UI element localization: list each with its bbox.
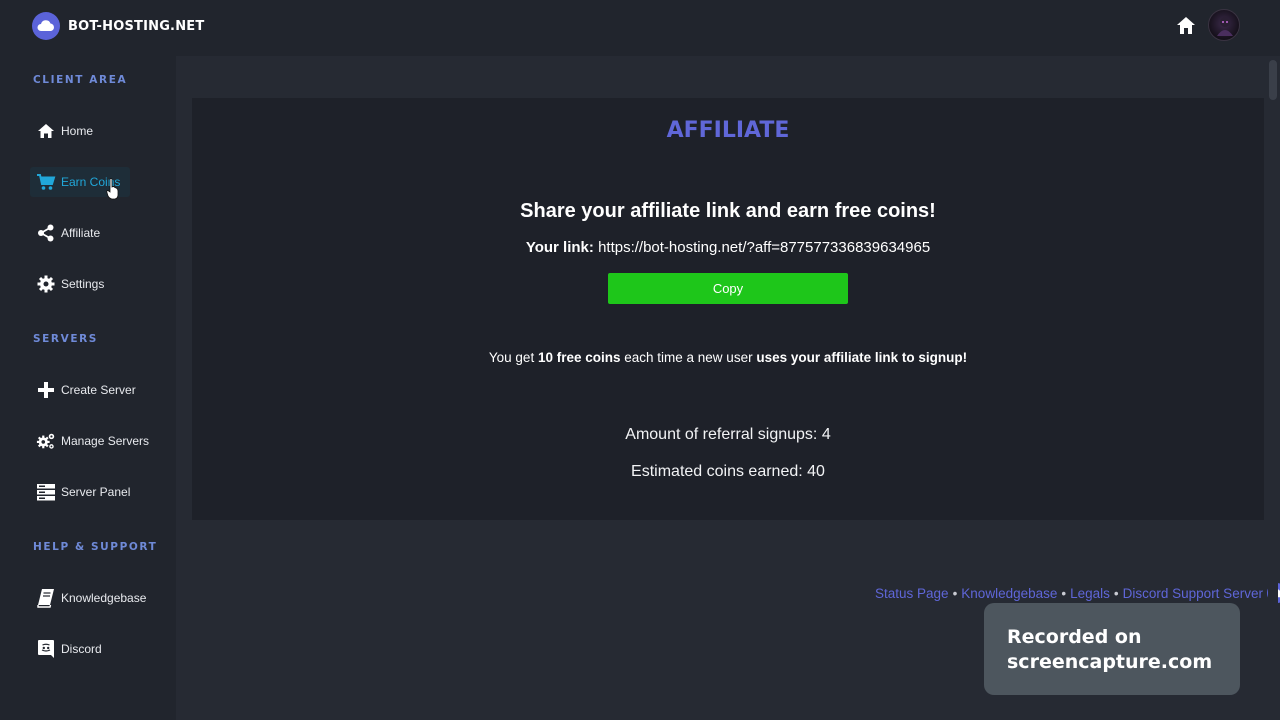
sidebar-item-discord[interactable]: Discord: [30, 634, 112, 664]
sidebar-item-label: Knowledgebase: [61, 591, 147, 605]
sidebar-item-label: Manage Servers: [61, 434, 150, 448]
affiliate-headline: Share your affiliate link and earn free …: [520, 200, 936, 222]
sidebar-item-affiliate[interactable]: Affiliate: [30, 218, 110, 248]
brand[interactable]: BOT-HOSTING.NET: [32, 12, 204, 40]
referral-signups: Amount of referral signups: 4: [625, 426, 831, 443]
footer-separator: •: [1113, 585, 1119, 601]
affiliate-info: You get 10 free coins each time a new us…: [192, 350, 1264, 365]
watermark-line-2: screencapture.com: [1007, 651, 1213, 673]
footer-link-legals[interactable]: Legals: [1070, 586, 1110, 601]
footer-separator: •: [1061, 585, 1067, 601]
book-icon: [36, 588, 56, 608]
sidebar-item-label: Discord: [61, 642, 102, 656]
scrollbar-track[interactable]: [1268, 56, 1278, 720]
server-icon: [36, 482, 56, 502]
sidebar-item-label: Server Panel: [61, 485, 131, 499]
affiliate-card: AFFILIATE Share your affiliate link and …: [192, 98, 1264, 520]
sidebar-item-label: Home: [61, 124, 94, 138]
footer-links: Status Page • Knowledgebase • Legals • D…: [875, 583, 1280, 603]
gear-icon: [36, 274, 56, 294]
watermark-line-1: Recorded on: [1007, 626, 1142, 648]
mouse-cursor-icon: [106, 178, 120, 200]
cloud-icon: [32, 12, 60, 40]
cart-icon: [36, 172, 56, 192]
section-servers: SERVERS: [33, 333, 98, 345]
footer-link-discord-support[interactable]: Discord Support Server: [1123, 586, 1263, 601]
brand-name: BOT-HOSTING.NET: [68, 18, 205, 34]
coins-earned: Estimated coins earned: 40: [631, 463, 825, 480]
info-text-2: each time a new user: [620, 350, 757, 365]
gears-icon: [36, 431, 56, 451]
sidebar-item-label: Affiliate: [61, 226, 101, 240]
home-icon: [36, 121, 56, 141]
scrollbar-thumb[interactable]: [1269, 60, 1277, 100]
info-bold-2: uses your affiliate link to signup!: [756, 350, 968, 365]
discord-icon: [36, 639, 56, 659]
copy-button[interactable]: Copy: [608, 273, 848, 304]
affiliate-link-line: Your link: https://bot-hosting.net/?aff=…: [192, 239, 1264, 256]
footer-link-knowledgebase[interactable]: Knowledgebase: [961, 586, 1057, 601]
link-label: Your link:: [525, 239, 594, 256]
sidebar-item-server-panel[interactable]: Server Panel: [30, 477, 140, 507]
info-bold-1: 10 free coins: [537, 350, 621, 365]
top-bar: BOT-HOSTING.NET: [0, 0, 1280, 56]
sidebar-item-settings[interactable]: Settings: [30, 269, 114, 299]
recording-watermark: Recorded on screencapture.com: [984, 603, 1240, 695]
plus-icon: [36, 380, 56, 400]
affiliate-link[interactable]: https://bot-hosting.net/?aff=87757733683…: [598, 239, 930, 256]
sidebar-item-knowledgebase[interactable]: Knowledgebase: [30, 583, 156, 613]
avatar[interactable]: [1208, 9, 1240, 41]
section-client-area: CLIENT AREA: [33, 74, 128, 86]
page-title: AFFILIATE: [666, 118, 790, 143]
sidebar-item-label: Create Server: [61, 383, 136, 397]
footer-link-status-page[interactable]: Status Page: [875, 586, 949, 601]
footer-separator: •: [952, 585, 958, 601]
info-text-1: You get: [488, 350, 538, 365]
sidebar-item-manage-servers[interactable]: Manage Servers: [30, 426, 159, 456]
sidebar-item-label: Settings: [61, 277, 105, 291]
home-icon[interactable]: [1175, 15, 1197, 37]
sidebar-item-home[interactable]: Home: [30, 116, 103, 146]
section-help-support: HELP & SUPPORT: [33, 541, 158, 553]
share-icon: [36, 223, 56, 243]
sidebar-item-create-server[interactable]: Create Server: [30, 375, 146, 405]
